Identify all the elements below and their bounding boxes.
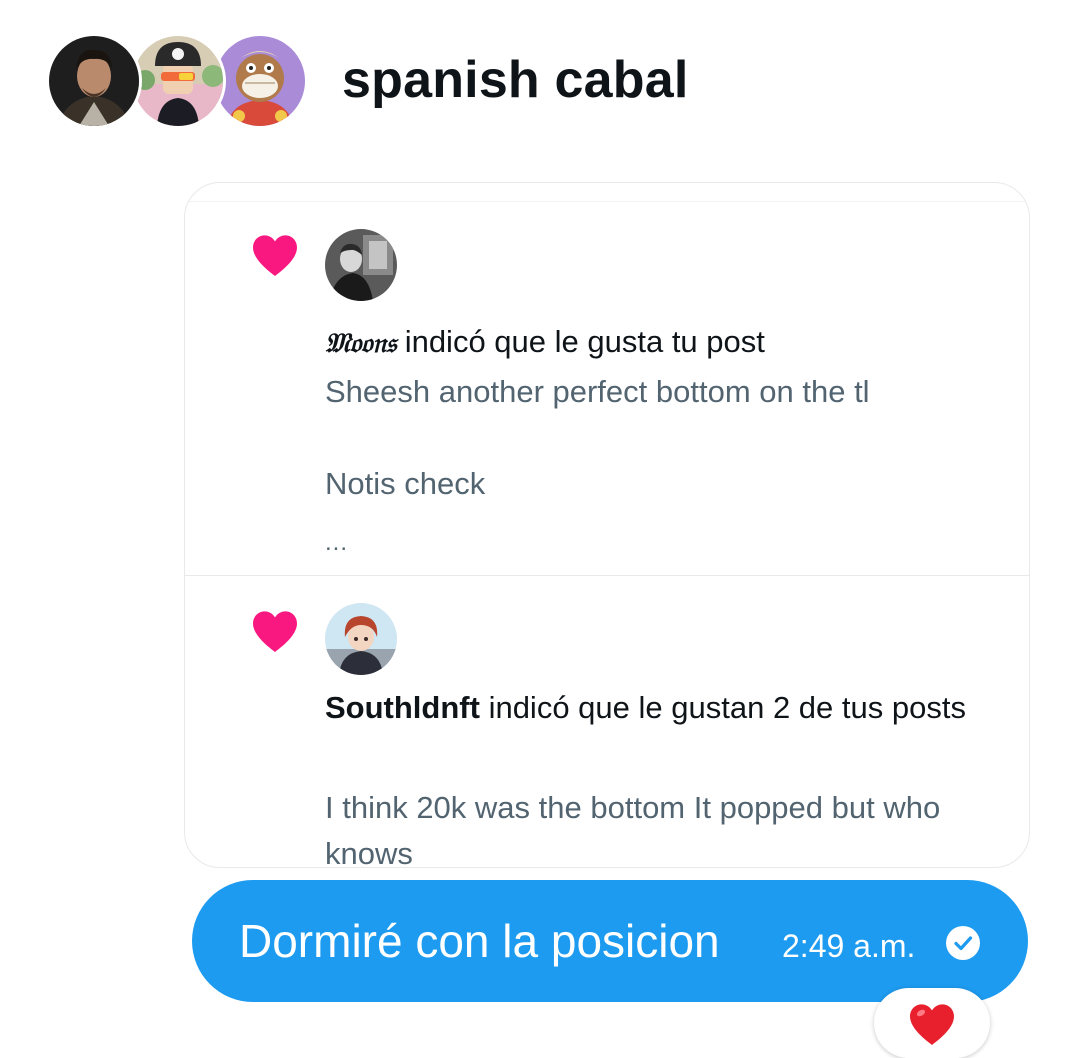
username-link[interactable]: 𝔐𝔬𝔬𝔫𝔰 — [325, 328, 396, 359]
user-avatar[interactable] — [325, 603, 397, 675]
post-preview-line: Sheesh another perfect bottom on the tl — [325, 374, 870, 409]
username-link[interactable]: Southldnft — [325, 690, 480, 725]
read-check-icon — [946, 926, 980, 960]
participant-avatar-2 — [130, 33, 226, 129]
post-preview-line: Notis check — [325, 466, 486, 501]
participant-avatar-1 — [46, 33, 142, 129]
message-reaction[interactable] — [874, 988, 990, 1058]
sent-message-bubble[interactable]: Dormiré con la posicion 2:49 a.m. — [192, 880, 1028, 1002]
notification-text: Southldnft indicó que le gustan 2 de tus… — [325, 685, 985, 731]
notification-action: indicó que le gustan 2 de tus posts — [479, 690, 966, 725]
message-text: Dormiré con la posicion — [239, 915, 720, 967]
red-heart-reaction-icon — [910, 1004, 954, 1045]
heart-icon — [253, 235, 297, 276]
preview-ellipsis: ... — [325, 529, 349, 556]
shared-notifications-card[interactable]: 𝔐𝔬𝔬𝔫𝔰 indicó que le gusta tu post Sheesh… — [184, 182, 1030, 868]
card-divider — [185, 575, 1029, 576]
participant-avatar-3 — [212, 33, 308, 129]
group-avatars[interactable] — [46, 33, 308, 129]
conversation-title[interactable]: spanish cabal — [342, 50, 689, 110]
post-preview[interactable]: Sheesh another perfect bottom on the tl N… — [325, 369, 985, 507]
notification-text: 𝔐𝔬𝔬𝔫𝔰 indicó que le gusta tu post — [325, 319, 985, 367]
notification-action: indicó que le gusta tu post — [396, 324, 765, 359]
post-preview[interactable]: I think 20k was the bottom It popped but… — [325, 785, 985, 867]
user-avatar[interactable] — [325, 229, 397, 301]
message-timestamp: 2:49 a.m. — [782, 928, 916, 964]
card-top-divider — [185, 201, 1029, 202]
heart-icon — [253, 611, 297, 652]
conversation-header[interactable]: spanish cabal — [0, 0, 1082, 160]
